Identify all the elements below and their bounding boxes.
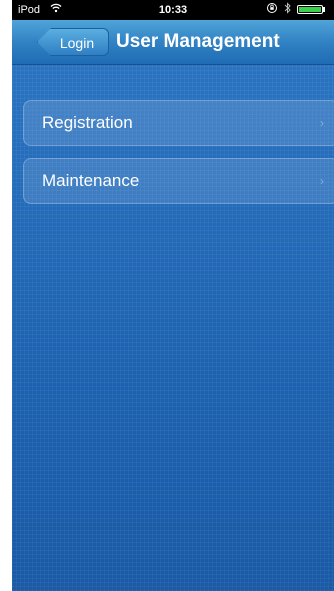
navigation-bar: Login User Management — [12, 20, 334, 65]
back-button-label: Login — [59, 35, 95, 51]
list-item-label: Registration — [42, 113, 133, 132]
status-bar: iPod 10:33 — [12, 0, 334, 20]
bluetooth-icon — [284, 2, 292, 17]
battery-tip — [323, 7, 325, 12]
main-content: Registration › Maintenance › — [12, 65, 334, 591]
page-title: User Management — [116, 31, 280, 52]
chevron-right-icon: › — [320, 116, 324, 130]
list-item-registration[interactable]: Registration › — [23, 100, 334, 146]
list-item-label: Maintenance — [42, 171, 140, 190]
back-button[interactable]: Login — [37, 28, 109, 56]
battery-icon — [297, 5, 323, 14]
app-screen: iPod 10:33 Login User Management Registr… — [12, 0, 334, 591]
list-item-maintenance[interactable]: Maintenance › — [23, 158, 334, 204]
battery-fill — [299, 7, 321, 12]
orientation-lock-icon — [266, 2, 278, 17]
chevron-right-icon: › — [320, 174, 324, 188]
